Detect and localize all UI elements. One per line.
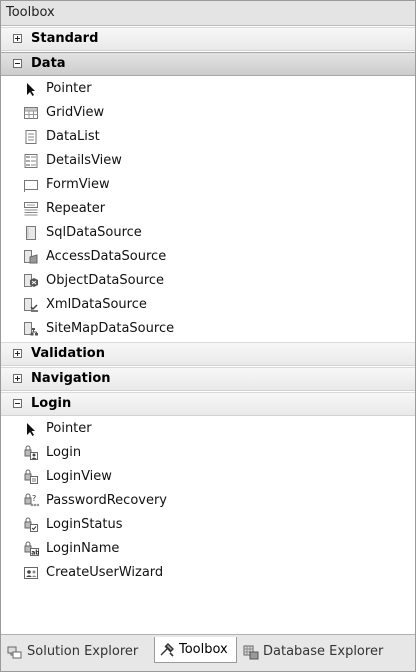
tool-item-objectdatasource[interactable]: ObjectDataSource: [1, 269, 415, 293]
tool-label: XmlDataSource: [46, 297, 147, 312]
tool-item-sitemapdatasource[interactable]: SiteMapDataSource: [1, 317, 415, 341]
tool-item-repeater[interactable]: Repeater: [1, 197, 415, 221]
tool-item-loginname[interactable]: ab LoginName: [1, 537, 415, 561]
tab-label: Database Explorer: [263, 644, 384, 659]
svg-text:ab: ab: [31, 550, 39, 557]
group-data[interactable]: Data: [1, 52, 415, 76]
sqldatasource-icon: [23, 225, 39, 241]
svg-text:***: ***: [31, 503, 40, 509]
tool-item-formview[interactable]: FormView: [1, 173, 415, 197]
loginstatus-icon: [23, 517, 39, 533]
tool-window-tabs: Solution Explorer Toolbox Database Explo…: [1, 634, 415, 671]
tool-item-accessdatasource[interactable]: AccessDataSource: [1, 245, 415, 269]
tool-item-datalist[interactable]: DataList: [1, 125, 415, 149]
group-standard[interactable]: Standard: [1, 27, 415, 51]
group-label: Login: [31, 396, 72, 411]
tool-item-pointer[interactable]: Pointer: [1, 77, 415, 101]
collapse-icon[interactable]: [13, 59, 22, 68]
tool-label: GridView: [46, 105, 105, 120]
toolbox-window: Toolbox Standard Data Pointer GridView D…: [0, 0, 416, 672]
collapse-icon[interactable]: [13, 399, 22, 408]
tool-label: ObjectDataSource: [46, 273, 165, 288]
expand-icon[interactable]: [13, 349, 22, 358]
tool-label: DataList: [46, 129, 100, 144]
tool-item-pointer[interactable]: Pointer: [1, 417, 415, 441]
solution-explorer-icon: [7, 644, 23, 660]
pointer-icon: [23, 81, 39, 97]
sitemapdatasource-icon: [23, 321, 39, 337]
tab-label: Toolbox: [179, 642, 228, 657]
expand-icon[interactable]: [13, 374, 22, 383]
tool-item-detailsview[interactable]: DetailsView: [1, 149, 415, 173]
passwordrecovery-icon: ? ***: [23, 493, 39, 509]
loginview-icon: [23, 469, 39, 485]
group-label: Navigation: [31, 371, 111, 386]
datalist-icon: [23, 129, 39, 145]
group-validation[interactable]: Validation: [1, 342, 415, 366]
tool-item-gridview[interactable]: GridView: [1, 101, 415, 125]
gridview-icon: [23, 105, 39, 121]
loginname-icon: ab: [23, 541, 39, 557]
xmldatasource-icon: [23, 297, 39, 313]
tool-label: FormView: [46, 177, 110, 192]
tool-label: DetailsView: [46, 153, 122, 168]
tool-label: LoginStatus: [46, 517, 123, 532]
tool-label: Repeater: [46, 201, 106, 216]
database-explorer-icon: [243, 644, 259, 660]
tool-label: SiteMapDataSource: [46, 321, 175, 336]
formview-icon: [23, 177, 39, 193]
svg-text:?: ?: [32, 494, 36, 503]
repeater-icon: [23, 201, 39, 217]
tool-item-xmldatasource[interactable]: XmlDataSource: [1, 293, 415, 317]
createuserwizard-icon: [23, 565, 39, 581]
pointer-icon: [23, 421, 39, 437]
tab-label: Solution Explorer: [27, 644, 139, 659]
tool-label: CreateUserWizard: [46, 565, 164, 580]
group-label: Validation: [31, 346, 105, 361]
toolbox-icon: [159, 642, 175, 658]
toolbox-list: Standard Data Pointer GridView DataList: [1, 26, 415, 635]
tool-item-login[interactable]: Login: [1, 441, 415, 465]
group-label: Standard: [31, 31, 99, 46]
tool-item-sqldatasource[interactable]: SqlDataSource: [1, 221, 415, 245]
tool-label: AccessDataSource: [46, 249, 167, 264]
objectdatasource-icon: [23, 273, 39, 289]
tool-item-loginstatus[interactable]: LoginStatus: [1, 513, 415, 537]
tab-database-explorer[interactable]: Database Explorer: [239, 639, 399, 665]
tool-label: Login: [46, 445, 82, 460]
tool-label: LoginView: [46, 469, 112, 484]
group-label: Data: [31, 56, 66, 71]
group-login[interactable]: Login: [1, 392, 415, 416]
expand-icon[interactable]: [13, 34, 22, 43]
tool-label: Pointer: [46, 421, 92, 436]
tool-label: LoginName: [46, 541, 120, 556]
window-title: Toolbox: [1, 1, 415, 26]
tool-label: Pointer: [46, 81, 92, 96]
tab-solution-explorer[interactable]: Solution Explorer: [3, 639, 153, 665]
detailsview-icon: [23, 153, 39, 169]
login-icon: [23, 445, 39, 461]
tool-label: SqlDataSource: [46, 225, 142, 240]
tool-label: PasswordRecovery: [46, 493, 167, 508]
tool-item-createuserwizard[interactable]: CreateUserWizard: [1, 561, 415, 585]
group-navigation[interactable]: Navigation: [1, 367, 415, 391]
tool-item-loginview[interactable]: LoginView: [1, 465, 415, 489]
accessdatasource-icon: [23, 249, 39, 265]
tab-toolbox[interactable]: Toolbox: [154, 637, 237, 663]
tool-item-passwordrecovery[interactable]: ? *** PasswordRecovery: [1, 489, 415, 513]
